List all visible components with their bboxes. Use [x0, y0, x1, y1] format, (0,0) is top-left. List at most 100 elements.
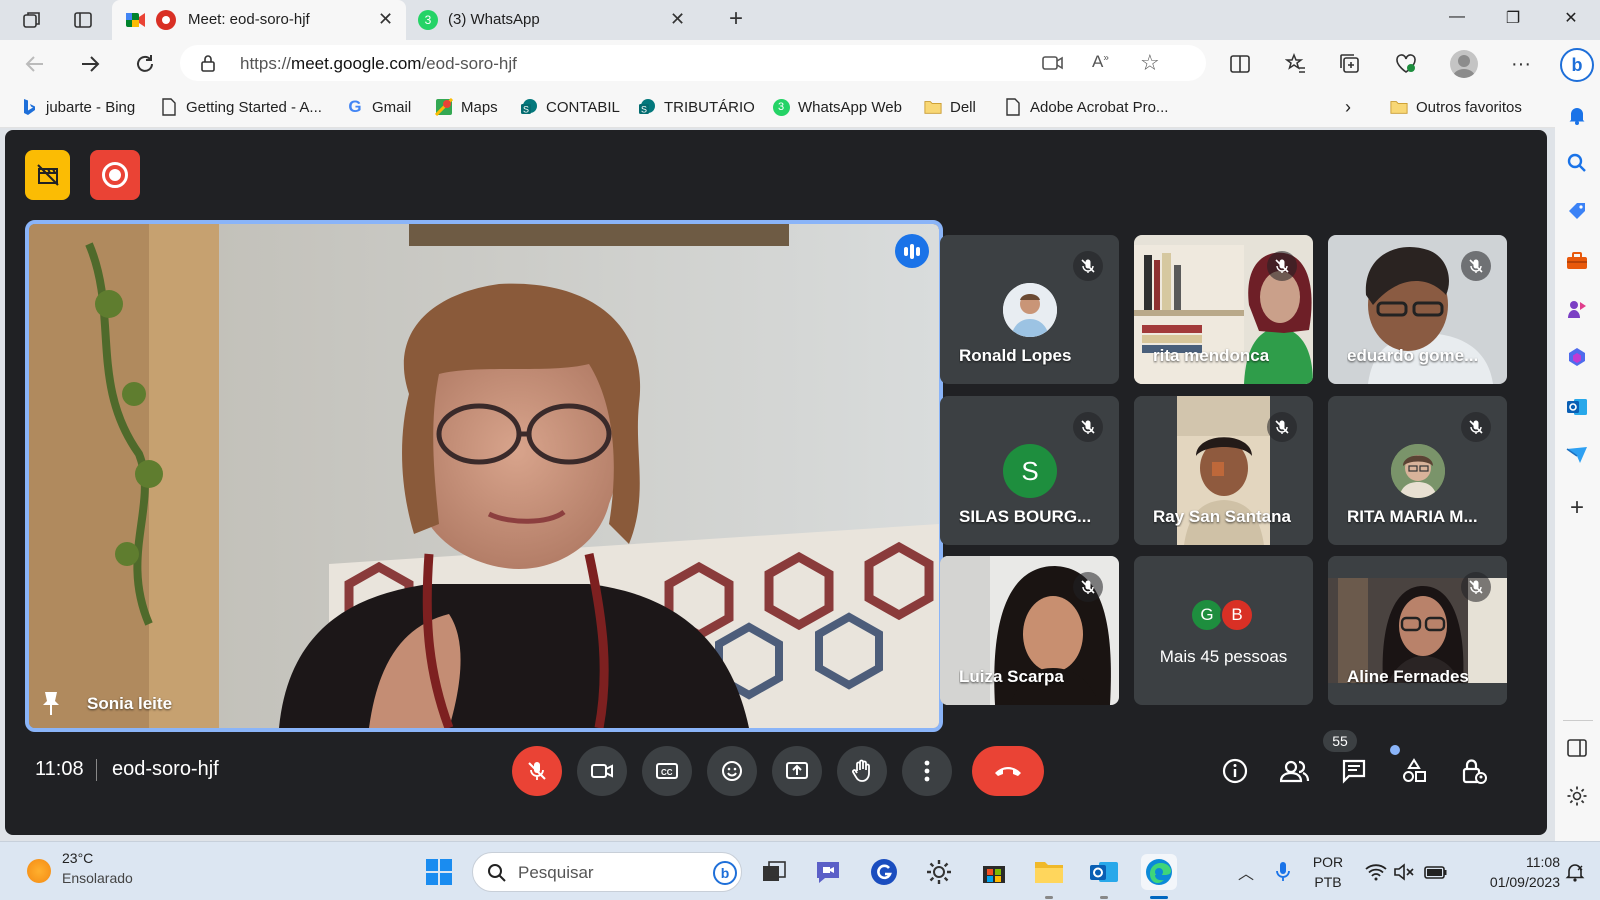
workspaces-icon[interactable] [20, 8, 44, 32]
task-view-button[interactable] [756, 854, 792, 890]
recording-stopped-badge[interactable] [25, 150, 70, 200]
tab-actions-icon[interactable] [71, 8, 95, 32]
games-icon[interactable] [1564, 296, 1590, 322]
bookmark-jubarte[interactable]: jubarte - Bing [20, 96, 135, 118]
participant-tile-ray-san-santana[interactable]: Ray San Santana [1134, 396, 1313, 545]
settings-more-icon[interactable]: ··· [1507, 50, 1535, 78]
participant-tile-silas-bourg[interactable]: S SILAS BOURG... [940, 396, 1119, 545]
send-arrow-icon[interactable] [1564, 442, 1590, 468]
settings-gear-icon[interactable] [921, 854, 957, 890]
bookmark-tributario[interactable]: S TRIBUTÁRIO [638, 96, 755, 118]
bookmark-maps[interactable]: Maps [435, 96, 498, 118]
meeting-code: eod-soro-hjf [112, 758, 219, 780]
notifications-bell-icon[interactable] [1564, 102, 1590, 128]
favorites-icon[interactable] [1282, 50, 1310, 78]
tab-whatsapp[interactable]: 3 (3) WhatsApp ✕ [408, 0, 704, 40]
participant-tile-luiza-scarpa[interactable]: Luiza Scarpa [940, 556, 1119, 705]
leave-call-button[interactable] [972, 746, 1044, 796]
participant-tile-ronald-lopes[interactable]: Ronald Lopes [940, 235, 1119, 384]
avatar: S [1003, 444, 1057, 498]
host-controls-lock-icon[interactable] [1457, 754, 1491, 788]
sharepoint-icon: S [638, 98, 656, 116]
language-indicator-top[interactable]: POR [1310, 854, 1346, 870]
notification-center-icon[interactable] [1560, 854, 1590, 890]
split-screen-icon[interactable] [1226, 50, 1254, 78]
battery-icon[interactable] [1418, 854, 1454, 890]
tab-meet[interactable]: Meet: eod-soro-hjf ✕ [112, 0, 406, 40]
participant-tile-eduardo-gomes[interactable]: eduardo gome... [1328, 235, 1507, 384]
restore-button[interactable]: ❐ [1498, 8, 1528, 32]
activities-icon[interactable] [1397, 754, 1431, 788]
present-screen-button[interactable] [772, 746, 822, 796]
bookmark-gmail[interactable]: G Gmail [346, 96, 411, 118]
microphone-tray-icon[interactable] [1265, 854, 1301, 890]
refresh-button[interactable] [131, 50, 159, 78]
new-tab-button[interactable]: + [722, 6, 750, 34]
pin-icon[interactable] [41, 690, 63, 716]
participant-tile-rita-mendonca[interactable]: rita mendonca [1134, 235, 1313, 384]
camera-toggle-button[interactable] [577, 746, 627, 796]
back-button[interactable] [21, 50, 49, 78]
url-text[interactable]: https://meet.google.com/eod-soro-hjf [240, 54, 517, 74]
participant-name: Ray San Santana [1153, 507, 1291, 526]
people-icon[interactable] [1278, 754, 1312, 788]
camera-permission-icon[interactable] [1042, 53, 1064, 78]
more-options-button[interactable] [902, 746, 952, 796]
close-window-button[interactable]: ✕ [1556, 8, 1586, 32]
system-clock-date[interactable]: 01/09/2023 [1464, 874, 1560, 890]
minimize-button[interactable]: — [1442, 8, 1472, 32]
read-aloud-icon[interactable]: A» [1092, 52, 1109, 72]
emoji-reactions-button[interactable] [707, 746, 757, 796]
browser-essentials-icon[interactable] [1392, 50, 1420, 78]
bookmark-getting-started[interactable]: Getting Started - A... [160, 96, 322, 118]
more-participants-tile[interactable]: G B Mais 45 pessoas [1134, 556, 1313, 705]
tab-close-icon[interactable]: ✕ [378, 9, 393, 30]
favorite-star-icon[interactable]: ☆ [1140, 50, 1160, 76]
collections-icon[interactable] [1336, 50, 1364, 78]
volume-muted-icon[interactable] [1386, 854, 1422, 890]
edge-browser-icon[interactable] [1141, 854, 1177, 890]
microsoft-store-icon[interactable] [976, 854, 1012, 890]
more-participants-label: Mais 45 pessoas [1159, 647, 1288, 666]
bookmark-whatsapp-web[interactable]: 3 WhatsApp Web [772, 96, 902, 118]
participant-tile-aline-fernades[interactable]: Aline Fernades [1328, 556, 1507, 705]
language-indicator-bottom[interactable]: PTB [1310, 874, 1346, 890]
grammarly-icon[interactable] [866, 854, 902, 890]
hide-sidebar-icon[interactable] [1564, 735, 1590, 761]
outlook-icon[interactable] [1564, 394, 1590, 420]
address-bar[interactable]: https://meet.google.com/eod-soro-hjf A» … [180, 45, 1206, 81]
participant-tile-rita-maria[interactable]: RITA MARIA M... [1328, 396, 1507, 545]
raise-hand-button[interactable] [837, 746, 887, 796]
tab-close-icon[interactable]: ✕ [670, 9, 685, 30]
captions-button[interactable]: CC [642, 746, 692, 796]
meeting-details-info-icon[interactable] [1218, 754, 1252, 788]
add-sidebar-app-icon[interactable]: + [1564, 494, 1590, 521]
teams-chat-icon[interactable] [811, 854, 847, 890]
recording-badge[interactable] [90, 150, 140, 200]
bookmarks-overflow-chevron-icon[interactable]: › [1345, 96, 1351, 118]
outlook-icon[interactable] [1086, 854, 1122, 890]
file-explorer-icon[interactable] [1031, 854, 1067, 890]
main-speaker-video[interactable]: Sonia leite [25, 220, 943, 732]
chat-icon[interactable] [1337, 754, 1371, 788]
profile-avatar[interactable] [1450, 50, 1478, 78]
bookmark-contabil[interactable]: S CONTABIL [520, 96, 620, 118]
copilot-bing-icon[interactable]: b [1560, 48, 1594, 82]
lock-icon[interactable] [200, 54, 216, 77]
bookmark-dell[interactable]: Dell [924, 96, 976, 118]
microsoft-365-icon[interactable] [1564, 344, 1590, 370]
start-button[interactable] [421, 854, 457, 890]
shopping-tag-icon[interactable] [1564, 198, 1590, 224]
bookmark-adobe-acrobat[interactable]: Adobe Acrobat Pro... [1004, 96, 1168, 118]
sidebar-settings-gear-icon[interactable] [1564, 783, 1590, 809]
forward-button[interactable] [76, 50, 104, 78]
search-icon[interactable] [1564, 150, 1590, 176]
system-clock-time[interactable]: 11:08 [1464, 854, 1560, 870]
mic-off-icon [1461, 412, 1491, 442]
show-hidden-icons-chevron-icon[interactable]: ︿ [1228, 854, 1264, 890]
tools-briefcase-icon[interactable] [1564, 248, 1590, 274]
whatsapp-icon: 3 [418, 10, 438, 30]
taskbar-search-input[interactable]: Pesquisar b [472, 852, 742, 892]
bookmark-other-favorites[interactable]: Outros favoritos [1390, 96, 1522, 118]
microphone-toggle-button[interactable] [512, 746, 562, 796]
